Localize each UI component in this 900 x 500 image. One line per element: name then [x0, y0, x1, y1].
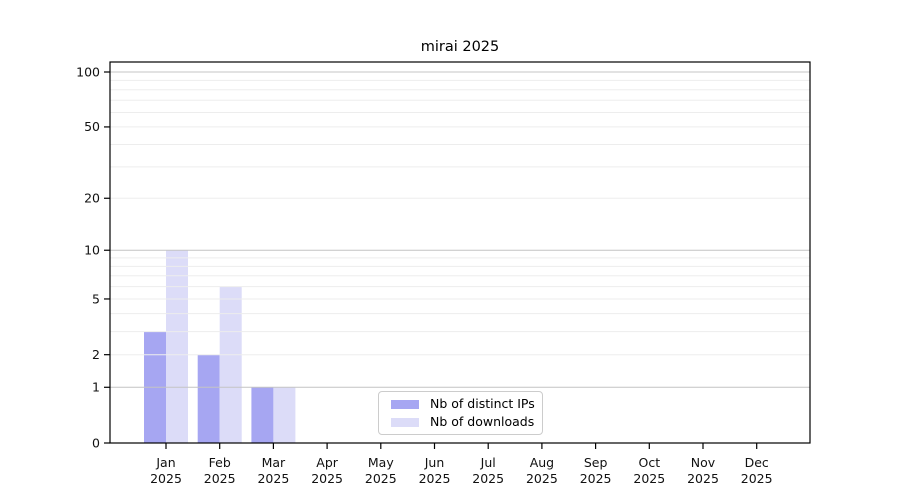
bar-downloads-mar [273, 387, 295, 443]
y-tick-label: 5 [92, 291, 100, 306]
y-tick-label: 20 [84, 191, 100, 206]
legend-item-downloads: Nb of downloads [386, 415, 534, 429]
chart-figure: 0125102050100Jan2025Feb2025Mar2025Apr202… [0, 0, 900, 500]
legend-swatch-downloads [391, 418, 419, 427]
bar-distinct-ips-mar [251, 387, 273, 443]
x-tick-label-year: 2025 [580, 471, 612, 486]
chart-title: mirai 2025 [421, 39, 500, 55]
bars-layer [144, 250, 295, 443]
x-tick-label-month: May [368, 455, 394, 470]
x-tick-label-month: Oct [638, 455, 660, 470]
x-tick-label-year: 2025 [150, 471, 182, 486]
x-tick-label-year: 2025 [257, 471, 289, 486]
legend-swatch-distinct-ips [391, 400, 419, 409]
x-tick-label-year: 2025 [365, 471, 397, 486]
x-tick-label-year: 2025 [741, 471, 773, 486]
x-tick-label-month: Aug [530, 455, 554, 470]
x-tick-label-year: 2025 [633, 471, 665, 486]
x-tick-label-month: Nov [691, 455, 716, 470]
y-tick-label: 2 [92, 347, 100, 362]
legend-label-distinct-ips: Nb of distinct IPs [430, 397, 535, 411]
grid-layer [110, 72, 810, 387]
x-tick-label-year: 2025 [472, 471, 504, 486]
legend-item-distinct-ips: Nb of distinct IPs [386, 397, 534, 411]
x-tick-label-month: Dec [745, 455, 769, 470]
x-tick-label-month: Sep [584, 455, 608, 470]
x-tick-label-year: 2025 [526, 471, 558, 486]
x-tick-label-month: Mar [262, 455, 286, 470]
y-tick-label: 50 [84, 119, 100, 134]
x-tick-label-year: 2025 [311, 471, 343, 486]
y-tick-label: 100 [76, 64, 100, 79]
bar-distinct-ips-feb [198, 355, 220, 443]
x-tick-label-year: 2025 [687, 471, 719, 486]
x-tick-label-year: 2025 [204, 471, 236, 486]
y-tick-label: 0 [92, 435, 100, 450]
legend-label-downloads: Nb of downloads [430, 415, 534, 429]
y-tick-label: 10 [84, 243, 100, 258]
x-tick-label-month: Apr [316, 455, 338, 470]
x-tick-label-month: Feb [209, 455, 231, 470]
x-tick-label-month: Jan [155, 455, 175, 470]
y-tick-label: 1 [92, 380, 100, 395]
x-tick-label-year: 2025 [419, 471, 451, 486]
bar-downloads-feb [220, 287, 242, 443]
legend: Nb of distinct IPs Nb of downloads [378, 391, 543, 435]
x-tick-label-month: Jul [480, 455, 496, 470]
x-tick-label-month: Jun [424, 455, 445, 470]
bar-downloads-jan [166, 250, 188, 443]
